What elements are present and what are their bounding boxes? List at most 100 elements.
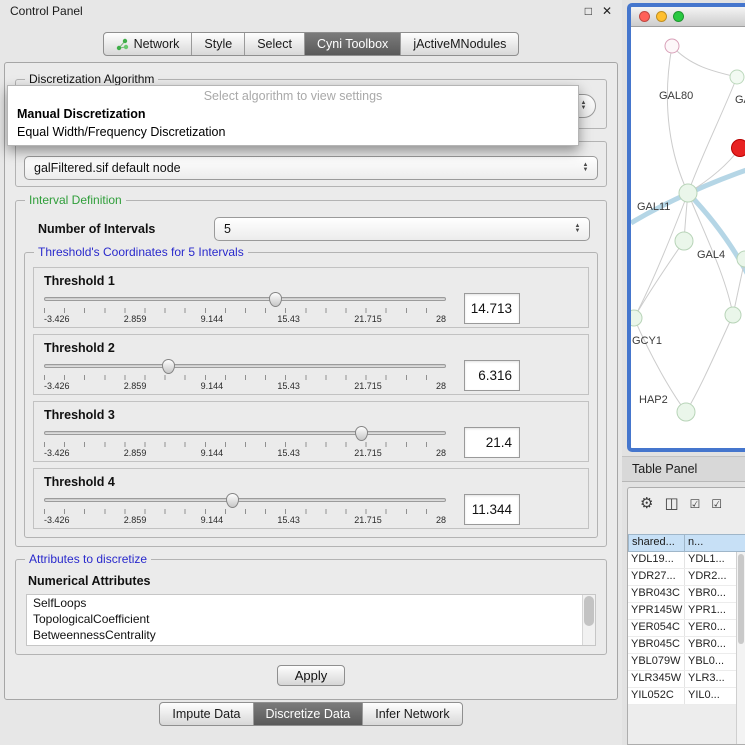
tab-select[interactable]: Select	[244, 33, 304, 55]
group-label: Interval Definition	[25, 193, 126, 207]
tab-label: Network	[134, 37, 180, 51]
slider-tick-labels: -3.4262.8599.14415.4321.71528	[44, 448, 446, 458]
table-scrollbar[interactable]	[736, 552, 745, 744]
tab-label: Cyni Toolbox	[317, 37, 388, 51]
table-row[interactable]: YBR043CYBR0...	[628, 586, 745, 603]
network-window-titlebar	[631, 7, 745, 27]
tab-jactivemnodules[interactable]: jActiveMNodules	[400, 33, 518, 55]
tab-impute-data[interactable]: Impute Data	[160, 703, 252, 725]
threshold-2-value-field[interactable]: 6.316	[464, 360, 520, 391]
table-row[interactable]: YPR145WYPR1...	[628, 603, 745, 620]
scrollbar-thumb[interactable]	[584, 596, 594, 626]
slider-thumb[interactable]	[162, 359, 175, 374]
top-tabs: Network Style Select Cyni Toolbox jActiv…	[103, 32, 520, 56]
control-panel: Control Panel □ ✕ Network Style Se	[0, 0, 622, 745]
threshold-label: Threshold 3	[44, 408, 578, 422]
stepper-icon: ▲▼	[578, 163, 593, 173]
number-of-intervals-select[interactable]: 5 ▲▼	[214, 217, 590, 241]
threshold-1-value-field[interactable]: 14.713	[464, 293, 520, 324]
slider-track[interactable]	[44, 297, 446, 301]
dropdown-item-manual-discretization[interactable]: Manual Discretization	[8, 105, 578, 123]
tab-label: Discretize Data	[266, 707, 351, 721]
threshold-label: Threshold 2	[44, 341, 578, 355]
network-node[interactable]	[677, 403, 695, 421]
scrollbar-thumb[interactable]	[738, 554, 744, 644]
threshold-2-slider[interactable]: -3.4262.8599.14415.4321.71528	[44, 360, 446, 391]
table-data-select-value: galFiltered.sif default node	[34, 161, 578, 175]
network-view-window[interactable]: GAL80 GA GAL11 GAL4 GCY1 HAP2	[627, 3, 745, 452]
algorithm-dropdown-popup: Select algorithm to view settings Manual…	[7, 85, 579, 146]
network-node-selected[interactable]	[732, 140, 745, 157]
tab-label: Infer Network	[375, 707, 449, 721]
column-header-name[interactable]: n...	[685, 534, 745, 552]
network-node[interactable]	[665, 39, 679, 53]
threshold-3-value-field[interactable]: 21.4	[464, 427, 520, 458]
threshold-1-panel: Threshold 1 -3.4262.8599.14415.4321.7152…	[33, 267, 589, 328]
dropdown-item-equal-width-frequency[interactable]: Equal Width/Frequency Discretization	[8, 123, 578, 141]
bottom-tabs: Impute Data Discretize Data Infer Networ…	[159, 702, 462, 726]
panel-title: Control Panel	[10, 4, 83, 18]
zoom-traffic-light[interactable]	[673, 11, 684, 22]
slider-ticks	[44, 308, 446, 313]
close-icon[interactable]: ✕	[602, 4, 612, 18]
slider-track[interactable]	[44, 498, 446, 502]
list-scrollbar[interactable]	[582, 595, 595, 645]
table-header-row: shared... n...	[628, 534, 745, 552]
node-label: GCY1	[632, 335, 662, 347]
network-canvas[interactable]: GAL80 GA GAL11 GAL4 GCY1 HAP2	[631, 27, 745, 448]
threshold-3-panel: Threshold 3 -3.4262.8599.14415.4321.7152…	[33, 401, 589, 462]
list-item[interactable]: SelfLoops	[27, 595, 595, 611]
threshold-3-slider[interactable]: -3.4262.8599.14415.4321.71528	[44, 427, 446, 458]
tab-label: Select	[257, 37, 292, 51]
network-node[interactable]	[679, 184, 697, 202]
select-none-icon[interactable]: ☑	[711, 496, 722, 512]
slider-tick-labels: -3.4262.8599.14415.4321.71528	[44, 381, 446, 391]
stepper-icon: ▲▼	[570, 224, 585, 234]
select-all-icon[interactable]: ☑	[690, 496, 701, 512]
list-item[interactable]: TopologicalCoefficient	[27, 611, 595, 627]
tab-cyni-toolbox[interactable]: Cyni Toolbox	[304, 33, 400, 55]
restore-icon[interactable]: □	[585, 4, 592, 18]
gear-icon[interactable]: ⚙	[640, 496, 653, 512]
slider-tick-labels: -3.4262.8599.14415.4321.71528	[44, 314, 446, 324]
minimize-traffic-light[interactable]	[656, 11, 667, 22]
window-controls: □ ✕	[585, 4, 612, 18]
slider-track[interactable]	[44, 431, 446, 435]
numerical-attributes-label: Numerical Attributes	[28, 574, 596, 588]
threshold-4-value-field[interactable]: 11.344	[464, 494, 520, 525]
threshold-label: Threshold 4	[44, 475, 578, 489]
network-node[interactable]	[675, 232, 693, 250]
slider-track[interactable]	[44, 364, 446, 368]
table-row[interactable]: YBR045CYBR0...	[628, 637, 745, 654]
network-node[interactable]	[631, 310, 642, 326]
table-row[interactable]: YER054CYER0...	[628, 620, 745, 637]
column-selector-icon[interactable]: ◫	[664, 496, 678, 512]
close-traffic-light[interactable]	[639, 11, 650, 22]
attributes-group: Attributes to discretize Numerical Attri…	[15, 559, 607, 655]
slider-thumb[interactable]	[269, 292, 282, 307]
table-row[interactable]: YDR27...YDR2...	[628, 569, 745, 586]
table-row[interactable]: YIL052CYIL0...	[628, 688, 745, 705]
threshold-1-slider[interactable]: -3.4262.8599.14415.4321.71528	[44, 293, 446, 324]
table-row[interactable]: YBL079WYBL0...	[628, 654, 745, 671]
slider-thumb[interactable]	[355, 426, 368, 441]
tab-style[interactable]: Style	[191, 33, 244, 55]
numerical-attributes-list[interactable]: SelfLoops TopologicalCoefficient Between…	[26, 594, 596, 646]
apply-button[interactable]: Apply	[277, 665, 346, 686]
threshold-2-panel: Threshold 2 -3.4262.8599.14415.4321.7152…	[33, 334, 589, 395]
table-row[interactable]: YDL19...YDL1...	[628, 552, 745, 569]
table-toolbar: ⚙ ◫ ☑ ☑	[628, 488, 745, 534]
table-row[interactable]: YLR345WYLR3...	[628, 671, 745, 688]
table-data-select[interactable]: galFiltered.sif default node ▲▼	[24, 156, 598, 180]
dropdown-placeholder: Select algorithm to view settings	[8, 86, 578, 105]
network-node[interactable]	[730, 70, 744, 84]
threshold-4-slider[interactable]: -3.4262.8599.14415.4321.71528	[44, 494, 446, 525]
tab-network[interactable]: Network	[104, 33, 192, 55]
slider-thumb[interactable]	[226, 493, 239, 508]
network-node[interactable]	[725, 307, 741, 323]
list-item[interactable]: BetweennessCentrality	[27, 627, 595, 643]
tab-discretize-data[interactable]: Discretize Data	[253, 703, 363, 725]
tab-label: Impute Data	[172, 707, 240, 721]
tab-infer-network[interactable]: Infer Network	[362, 703, 461, 725]
column-header-shared-name[interactable]: shared...	[628, 534, 685, 552]
